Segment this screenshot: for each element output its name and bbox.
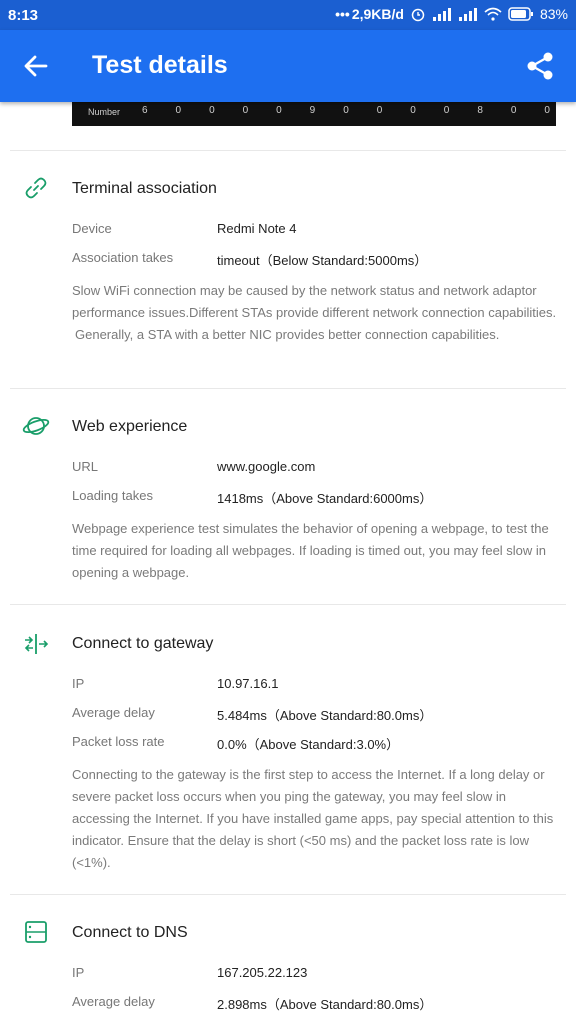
dns-section: Connect to DNS IP 167.205.22.123 Average… bbox=[0, 894, 576, 1024]
row-value: timeout（Below Standard:5000ms） bbox=[217, 253, 428, 268]
row-label: Packet loss rate bbox=[72, 734, 165, 749]
row-value: 5.484ms（Above Standard:80.0ms） bbox=[217, 708, 433, 723]
app-bar: Test details bbox=[0, 30, 576, 102]
number-cell: 0 bbox=[209, 105, 215, 116]
terminal-association-section: Terminal association Device Redmi Note 4… bbox=[0, 150, 576, 388]
row-label: Average delay bbox=[72, 994, 155, 1009]
row-value: 167.205.22.123 bbox=[217, 965, 308, 980]
row-value: www.google.com bbox=[217, 459, 316, 474]
section-description: Slow WiFi connection may be caused by th… bbox=[72, 280, 560, 346]
status-time: 8:13 bbox=[8, 7, 39, 24]
row-label: Device bbox=[72, 221, 112, 236]
row-value: Redmi Note 4 bbox=[217, 221, 297, 236]
network-speed: 2,9KB/d bbox=[351, 6, 404, 22]
section-title: Connect to DNS bbox=[72, 924, 188, 941]
number-cell: 0 bbox=[242, 105, 249, 116]
description-paragraph: Generally, a STA with a better NIC provi… bbox=[75, 327, 500, 342]
row-value: 10.97.16.1 bbox=[217, 676, 279, 691]
number-cell: 8 bbox=[477, 105, 483, 116]
number-strip: Number 6 0 0 0 0 9 0 0 0 0 8 0 0 bbox=[72, 100, 556, 126]
alarm-icon bbox=[411, 8, 425, 22]
link-icon bbox=[25, 177, 47, 199]
battery-level: 83% bbox=[539, 6, 568, 22]
signal-icon bbox=[432, 8, 451, 21]
planet-icon bbox=[22, 417, 50, 435]
section-title: Terminal association bbox=[72, 180, 217, 197]
number-cell: 0 bbox=[175, 105, 182, 116]
number-cell: 9 bbox=[309, 105, 316, 116]
number-cell: 0 bbox=[410, 105, 416, 116]
back-arrow-icon[interactable] bbox=[20, 50, 52, 82]
row-label: IP bbox=[72, 676, 85, 691]
number-strip-label: Number bbox=[88, 107, 121, 117]
server-icon bbox=[25, 921, 47, 943]
number-cell: 0 bbox=[443, 105, 450, 116]
row-label: Average delay bbox=[72, 705, 155, 720]
row-label: Association takes bbox=[72, 250, 174, 265]
status-indicators: ••• 2,9KB/d 83% bbox=[335, 6, 568, 22]
section-description: Connecting to the gateway is the first s… bbox=[72, 767, 554, 870]
status-bar: 8:13 ••• 2,9KB/d 83% bbox=[0, 0, 576, 30]
battery-icon bbox=[508, 7, 533, 21]
number-cell: 0 bbox=[276, 105, 282, 116]
row-label: IP bbox=[72, 965, 85, 980]
section-title: Web experience bbox=[72, 418, 188, 435]
row-label: Loading takes bbox=[72, 488, 153, 503]
description-paragraph: Slow WiFi connection may be caused by th… bbox=[72, 283, 557, 320]
row-value: 2.898ms（Above Standard:80.0ms） bbox=[217, 997, 433, 1012]
section-description: Webpage experience test simulates the be… bbox=[72, 521, 549, 580]
row-value: 1418ms（Above Standard:6000ms） bbox=[217, 491, 433, 506]
page-title: Test details bbox=[92, 51, 228, 79]
more-dots-icon: ••• bbox=[335, 6, 350, 22]
number-cell: 6 bbox=[142, 105, 148, 116]
section-title: Connect to gateway bbox=[72, 635, 214, 652]
row-value: 0.0%（Above Standard:3.0%） bbox=[217, 737, 400, 752]
number-cell: 0 bbox=[376, 105, 383, 116]
row-label: URL bbox=[72, 459, 99, 474]
number-cell: 0 bbox=[510, 105, 517, 116]
share-icon[interactable] bbox=[524, 50, 556, 82]
gateway-section: Connect to gateway IP 10.97.16.1 Average… bbox=[0, 604, 576, 894]
number-strip-cells: 6 0 0 0 0 9 0 0 0 0 8 0 0 bbox=[142, 105, 550, 116]
signal-icon-2 bbox=[458, 8, 477, 21]
web-experience-section: Web experience URL www.google.com Loadin… bbox=[0, 388, 576, 604]
number-cell: 0 bbox=[544, 105, 550, 116]
wifi-icon bbox=[484, 7, 502, 21]
number-cell: 0 bbox=[343, 105, 349, 116]
gateway-icon bbox=[24, 634, 49, 654]
